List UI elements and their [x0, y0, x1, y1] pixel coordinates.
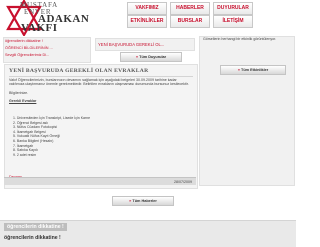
all-events-label: Tüm Etkinlikler	[241, 68, 269, 72]
left-news-item-2[interactable]: ÖĞRENCİ BİLGİLERİNİN ...	[5, 46, 53, 50]
arrow-icon: »	[129, 198, 132, 203]
main-article: YENİ BAŞVURUDA GEREKLİ OLAN EVRAKLAR Vak…	[4, 64, 198, 189]
list-item: 9. 2 adet resim	[13, 152, 37, 157]
footer-news-subtitle: öğrencilerin dikkatine !	[4, 235, 61, 241]
all-news-label: Tüm Haberler	[132, 199, 157, 203]
left-news-panel: öğrencilerin dikkatine ! ÖĞRENCİ BİLGİLE…	[3, 37, 91, 63]
article-date: 28/07/2009	[4, 177, 196, 185]
article-body: Vakıf Öğrencilerimizin, burslarınızın de…	[9, 78, 193, 104]
footer-news-title[interactable]: öğrencilerin dikkatine !	[4, 223, 67, 231]
article-title: YENİ BAŞVURUDA GEREKLİ OLAN EVRAKLAR	[9, 66, 193, 77]
all-announcements-label: Tüm Duyurular	[139, 55, 167, 59]
all-events-button[interactable]: » Tüm Etkinlikler	[220, 65, 286, 75]
nav-iletisim[interactable]: İLETİŞİM	[213, 15, 253, 28]
arrow-icon: »	[237, 67, 240, 72]
nav-duyurular[interactable]: DUYURULAR	[213, 2, 253, 15]
article-list-title: Gerekli Evraklar	[9, 99, 37, 104]
arrow-icon: »	[135, 54, 139, 59]
article-body-text: Vakıf Öğrencilerimizin, burslarınızın de…	[9, 78, 189, 87]
all-announcements-button[interactable]: » Tüm Duyurular	[120, 52, 182, 62]
list-item: 1. Üniversiteden İçin Transkript, Lisede…	[13, 116, 91, 120]
site-logo[interactable]: MUSTAFA ENVER ADAKAN VAKFI	[4, 0, 90, 36]
left-news-item-1[interactable]: öğrencilerin dikkatine !	[5, 39, 43, 43]
announcement-ticker[interactable]: YENİ BAŞVURUDA GEREKLİ OL...	[95, 38, 195, 51]
required-documents-list: 1. Üniversiteden İçin Transkript, Lisede…	[13, 116, 90, 157]
events-panel: Görsellerin herhangi bir etkinlik görünt…	[199, 36, 295, 186]
nav-burslar[interactable]: BURSLAR	[170, 15, 210, 28]
logo-line-vakfi: VAKFI	[21, 22, 58, 34]
left-news-item-3[interactable]: Sevgili Öğrencilerimiz Di...	[5, 53, 49, 57]
article-salutation: Bilgilerinize.	[9, 90, 29, 95]
nav-etkinlikler[interactable]: ETKİNLİKLER	[127, 15, 167, 28]
events-text: Görsellerin herhangi bir etkinlik görünt…	[203, 37, 277, 41]
nav-haberler[interactable]: HABERLER	[170, 2, 210, 15]
nav-vakfimiz[interactable]: VAKFIMIZ	[127, 2, 167, 15]
all-news-button[interactable]: » Tüm Haberler	[112, 196, 174, 206]
